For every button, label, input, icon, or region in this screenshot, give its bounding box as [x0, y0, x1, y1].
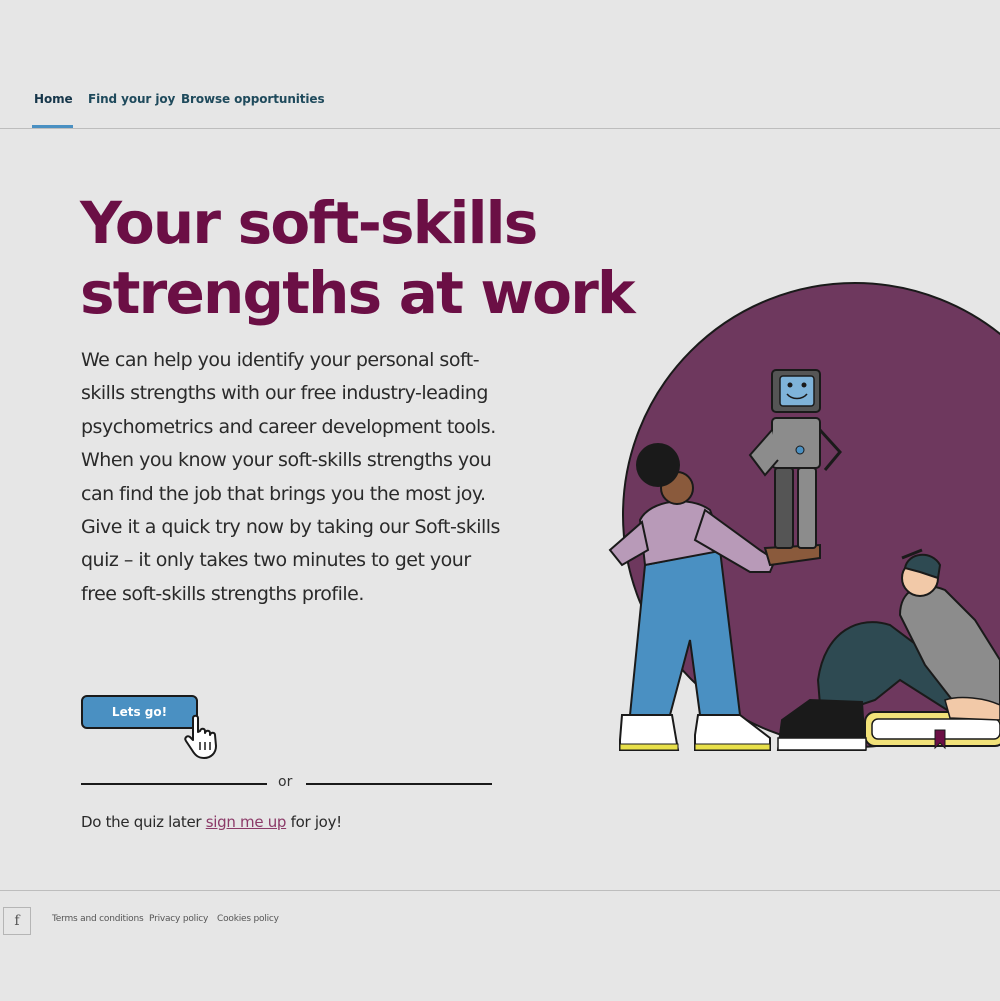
cookies-link[interactable]: Cookies policy	[217, 914, 279, 924]
top-navigation: Home Find your joy Browse opportunities	[0, 0, 1000, 129]
active-tab-indicator	[32, 125, 73, 128]
privacy-link[interactable]: Privacy policy	[149, 914, 208, 924]
sign-me-up-link[interactable]: sign me up	[206, 813, 287, 831]
page-title: Your soft-skills strengths at work	[80, 189, 636, 327]
lets-go-button[interactable]: Lets go!	[81, 695, 198, 729]
footer: f Terms and conditions Privacy policy Co…	[0, 890, 1000, 1001]
facebook-glyph: f	[14, 913, 20, 929]
hero-illustration	[608, 282, 1000, 751]
intro-paragraph: We can help you identify your personal s…	[81, 349, 500, 605]
divider-right	[306, 783, 492, 785]
nav-browse-opportunities[interactable]: Browse opportunities	[181, 92, 325, 106]
signup-later-text: Do the quiz later sign me up for joy!	[81, 813, 342, 831]
nav-find-your-joy[interactable]: Find your joy	[88, 92, 175, 106]
hand-pointer-icon	[184, 714, 217, 759]
terms-link[interactable]: Terms and conditions	[52, 914, 144, 924]
divider-or-text: or	[278, 774, 293, 790]
divider-left	[81, 783, 267, 785]
facebook-icon[interactable]: f	[3, 907, 31, 935]
later-prefix: Do the quiz later	[81, 813, 202, 831]
later-suffix: for joy!	[290, 813, 343, 831]
nav-home[interactable]: Home	[34, 92, 73, 106]
